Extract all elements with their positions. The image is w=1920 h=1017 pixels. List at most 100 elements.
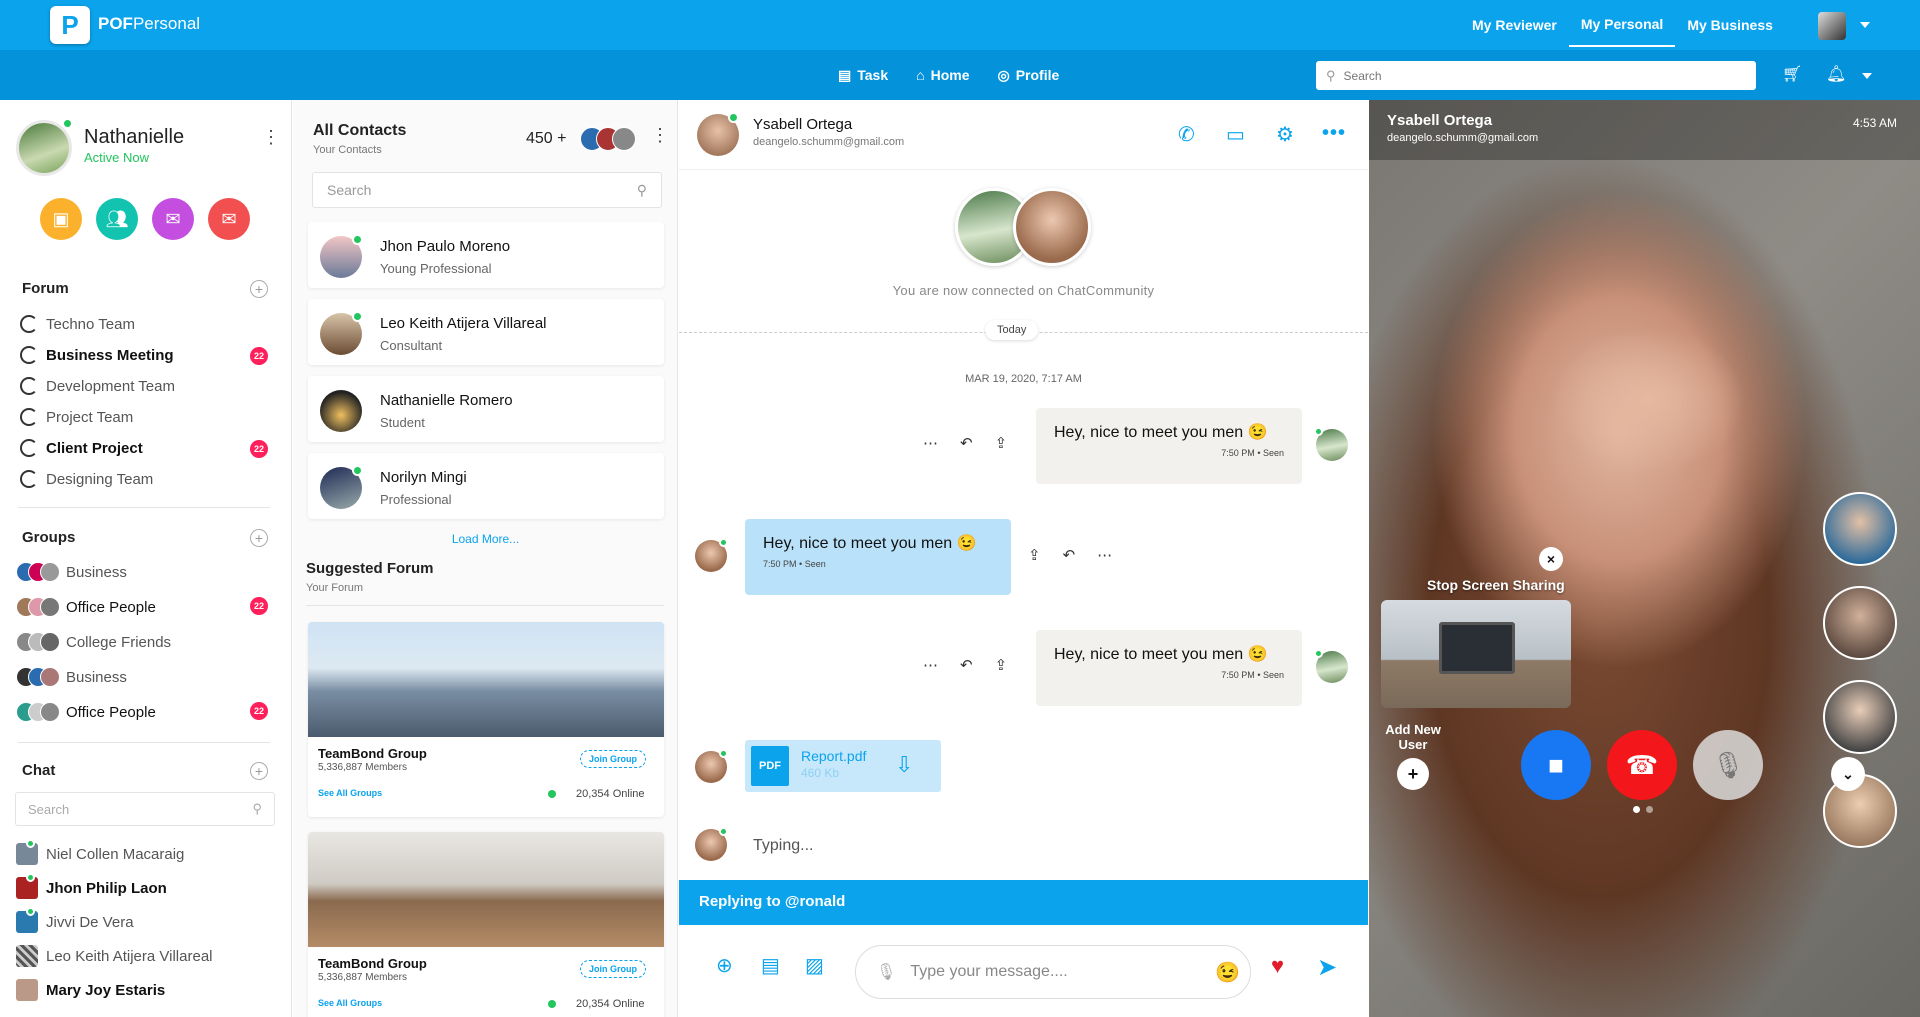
share-icon[interactable]: ⇪ xyxy=(1028,546,1041,564)
emoji-icon[interactable]: 😉 xyxy=(1215,960,1240,985)
forum-item[interactable]: Techno Team xyxy=(20,315,135,333)
contacts-book-button[interactable]: ▣ xyxy=(40,198,82,240)
app-logo[interactable]: P xyxy=(50,6,90,44)
divider xyxy=(18,507,270,508)
document-icon[interactable]: ▤ xyxy=(761,953,780,978)
add-user-button[interactable]: + xyxy=(1397,758,1429,790)
forum-item[interactable]: Client Project xyxy=(20,439,143,457)
message-bubble-incoming[interactable]: Hey, nice to meet you men 😉 7:50 PM • Se… xyxy=(745,519,1011,595)
mail-button[interactable]: ✉ xyxy=(152,198,194,240)
phone-icon[interactable]: ✆ xyxy=(1178,122,1195,147)
group-item[interactable]: Business xyxy=(16,562,127,582)
profile-icon: ◎ xyxy=(997,66,1010,83)
message-bubble-outgoing[interactable]: Hey, nice to meet you men 😉 7:50 PM • Se… xyxy=(1036,408,1302,484)
chevron-down-icon[interactable]: ⌄ xyxy=(1831,757,1865,791)
nav-my-personal[interactable]: My Personal xyxy=(1568,3,1676,47)
top-nav: My Reviewer My Personal My Business xyxy=(1460,0,1785,50)
participant-avatar[interactable] xyxy=(1823,680,1897,754)
mail-icon: ✉ xyxy=(165,208,181,229)
contacts-menu-icon[interactable]: ⋮ xyxy=(651,126,669,144)
send-icon[interactable]: ➤ xyxy=(1317,953,1337,982)
nav-my-business[interactable]: My Business xyxy=(1675,0,1785,50)
user-avatar[interactable] xyxy=(1818,12,1846,40)
chat-list-item[interactable]: Jhon Philip Laon xyxy=(16,873,167,899)
connected-text: You are now connected on ChatCommunity xyxy=(892,283,1155,298)
heart-icon[interactable]: ♥ xyxy=(1271,953,1284,979)
load-more-link[interactable]: Load More... xyxy=(293,532,677,546)
video-camera-icon[interactable]: ▭ xyxy=(1226,122,1245,147)
groups-button[interactable]: 👥︎ xyxy=(96,198,138,240)
participant-avatar[interactable] xyxy=(1823,492,1897,566)
microphone-icon[interactable]: 🎙︎ xyxy=(876,962,896,982)
file-attachment[interactable]: PDF Report.pdf 460 Kb ⇩ xyxy=(745,740,941,792)
forum-item[interactable]: Project Team xyxy=(20,408,133,426)
group-item[interactable]: Office People xyxy=(16,597,156,617)
more-icon[interactable]: ••• xyxy=(1322,122,1346,145)
image-icon[interactable]: ▨ xyxy=(805,953,824,978)
notifications-dropdown-icon[interactable] xyxy=(1862,73,1872,79)
chat-list-item[interactable]: Niel Collen Macaraig xyxy=(16,839,184,865)
nav-my-reviewer[interactable]: My Reviewer xyxy=(1460,0,1569,50)
nav-profile[interactable]: ◎ Profile xyxy=(983,67,1073,84)
add-chat-button[interactable]: + xyxy=(250,762,268,780)
pager-dot[interactable] xyxy=(1633,806,1640,813)
chat-list-item[interactable]: Leo Keith Atijera Villareal xyxy=(16,945,213,967)
email-button[interactable]: ✉ xyxy=(208,198,250,240)
forum-ring-icon xyxy=(20,346,38,364)
chat-list-item[interactable]: Mary Joy Estaris xyxy=(16,979,165,1001)
download-icon[interactable]: ⇩ xyxy=(895,752,913,778)
message-bubble-outgoing[interactable]: Hey, nice to meet you men 😉 7:50 PM • Se… xyxy=(1036,630,1302,706)
chat-list-item[interactable]: Jivvi De Vera xyxy=(16,907,134,933)
contact-card[interactable]: Nathanielle Romero Student xyxy=(308,376,664,442)
message-actions: ⇪ ↶ ⋯ xyxy=(1028,546,1112,564)
contact-card[interactable]: Jhon Paulo Moreno Young Professional xyxy=(308,222,664,288)
more-icon[interactable]: ⋯ xyxy=(923,434,938,452)
close-icon[interactable]: × xyxy=(1539,547,1563,571)
screen-share-preview[interactable] xyxy=(1381,600,1571,708)
chat-search[interactable]: Search ⚲ xyxy=(15,792,275,826)
global-search-input[interactable] xyxy=(1343,68,1724,83)
pager-dot[interactable] xyxy=(1646,806,1653,813)
contact-card[interactable]: Norilyn Mingi Professional xyxy=(308,453,664,519)
see-all-groups-link[interactable]: See All Groups xyxy=(318,998,382,1008)
groups-icon: 👥︎ xyxy=(105,208,129,229)
contact-card[interactable]: Leo Keith Atijera Villareal Consultant xyxy=(308,299,664,365)
stop-screen-sharing-label[interactable]: Stop Screen Sharing xyxy=(1427,577,1565,593)
global-search[interactable]: ⚲ xyxy=(1316,61,1756,90)
end-call-button[interactable]: ☎ xyxy=(1607,730,1677,800)
group-item[interactable]: Office People xyxy=(16,702,156,722)
participant-avatar[interactable] xyxy=(1823,586,1897,660)
profile-menu-icon[interactable]: ⋮ xyxy=(262,128,280,146)
group-item[interactable]: Business xyxy=(16,667,127,687)
more-icon[interactable]: ⋯ xyxy=(923,656,938,674)
share-icon[interactable]: ⇪ xyxy=(995,434,1008,452)
reply-icon[interactable]: ↶ xyxy=(1063,546,1076,564)
message-input[interactable]: 🎙︎ Type your message.... 😉 xyxy=(855,945,1251,999)
see-all-groups-link[interactable]: See All Groups xyxy=(318,788,382,798)
bell-icon[interactable]: 🔔︎ xyxy=(1826,64,1846,84)
group-item[interactable]: College Friends xyxy=(16,632,171,652)
add-forum-button[interactable]: + xyxy=(250,280,268,298)
forum-item[interactable]: Development Team xyxy=(20,377,175,395)
forum-item[interactable]: Designing Team xyxy=(20,470,153,488)
join-group-button[interactable]: Join Group xyxy=(580,750,646,768)
add-circle-icon[interactable]: ⊕ xyxy=(716,953,733,978)
forum-item[interactable]: Business Meeting xyxy=(20,346,174,364)
more-icon[interactable]: ⋯ xyxy=(1097,546,1112,564)
contacts-search[interactable]: Search ⚲ xyxy=(312,172,662,208)
reply-icon[interactable]: ↶ xyxy=(960,656,973,674)
join-group-button[interactable]: Join Group xyxy=(580,960,646,978)
share-icon[interactable]: ⇪ xyxy=(995,656,1008,674)
profile-avatar[interactable] xyxy=(16,120,72,176)
add-new-user-label: Add New User xyxy=(1385,722,1441,752)
nav-task[interactable]: ▤ Task xyxy=(824,67,902,84)
mute-button[interactable]: 🎙︎ xyxy=(1693,730,1763,800)
gear-icon[interactable]: ⚙ xyxy=(1276,122,1294,147)
reply-icon[interactable]: ↶ xyxy=(960,434,973,452)
add-group-button[interactable]: + xyxy=(250,529,268,547)
video-toggle-button[interactable]: ■ xyxy=(1521,730,1591,800)
cart-icon[interactable]: 🛒︎ xyxy=(1782,64,1802,84)
online-indicator xyxy=(62,118,73,129)
account-dropdown-icon[interactable] xyxy=(1860,22,1870,28)
nav-home[interactable]: ⌂ Home xyxy=(902,67,983,83)
